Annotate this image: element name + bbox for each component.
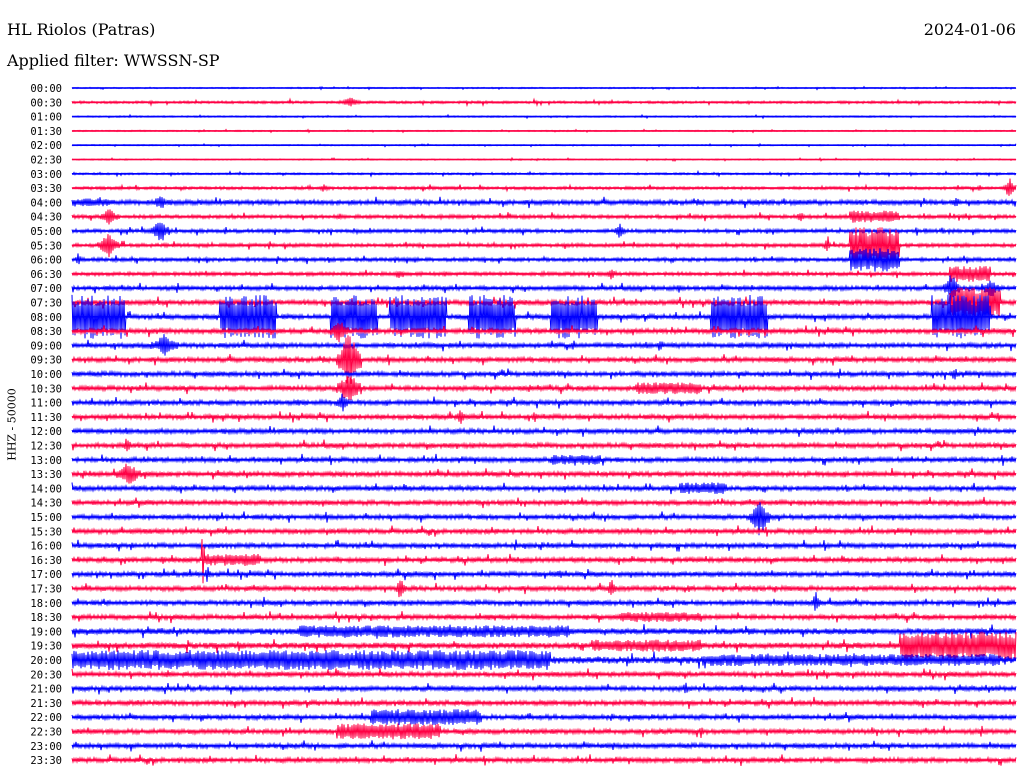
- row-time-label: 22:30: [30, 727, 62, 739]
- row-time-label: 19:00: [30, 626, 62, 638]
- row-time-label: 14:00: [30, 483, 62, 495]
- row-time-label: 06:00: [30, 255, 62, 267]
- seismic-trace-0830: [71, 322, 1017, 343]
- row-time-label: 10:30: [30, 383, 62, 395]
- helicorder-plot: 00:00 00:30 01:00 01:30 02:00 02:30 03:00 03:30…: [30, 83, 1017, 767]
- row-time-label: 01:30: [30, 126, 62, 138]
- row-time-label: 08:30: [30, 326, 62, 338]
- row-time-label: 19:30: [30, 641, 62, 653]
- row-time-label: 04:00: [30, 197, 62, 209]
- row-time-label: 12:30: [30, 441, 62, 453]
- row-time-label: 13:30: [30, 469, 62, 481]
- row-time-label: 10:00: [30, 369, 62, 381]
- seismic-trace-0330: [71, 178, 1017, 196]
- row-time-label: 16:00: [30, 541, 62, 553]
- row-time-label: 04:30: [30, 212, 62, 224]
- row-time-label: 09:30: [30, 355, 62, 367]
- row-time-label: 17:00: [30, 569, 62, 581]
- row-time-label: 02:00: [30, 140, 62, 152]
- row-time-label: 18:00: [30, 598, 62, 610]
- row-time-label: 12:00: [30, 426, 62, 438]
- row-time-label: 02:30: [30, 155, 62, 167]
- row-time-label: 17:30: [30, 584, 62, 596]
- row-time-label: 01:00: [30, 112, 62, 124]
- row-time-label: 09:00: [30, 340, 62, 352]
- row-time-label: 03:30: [30, 183, 62, 195]
- row-time-label: 08:00: [30, 312, 62, 324]
- row-time-label: 00:30: [30, 97, 62, 109]
- row-time-label: 21:30: [30, 698, 62, 710]
- row-time-label: 21:00: [30, 684, 62, 696]
- row-time-label: 22:00: [30, 712, 62, 724]
- row-time-label: 20:30: [30, 669, 62, 681]
- row-time-label: 11:00: [30, 398, 62, 410]
- row-time-label: 00:00: [30, 83, 62, 95]
- row-time-label: 15:00: [30, 512, 62, 524]
- seismic-trace-1800: [71, 592, 1017, 611]
- row-time-label: 07:00: [30, 283, 62, 295]
- row-time-label: 13:00: [30, 455, 62, 467]
- row-time-label: 20:00: [30, 655, 62, 667]
- row-time-label: 05:00: [30, 226, 62, 238]
- row-time-label: 07:30: [30, 298, 62, 310]
- row-time-label: 23:00: [30, 741, 62, 753]
- row-time-label: 16:30: [30, 555, 62, 567]
- row-time-label: 03:00: [30, 169, 62, 181]
- row-time-label: 05:30: [30, 240, 62, 252]
- row-time-label: 15:30: [30, 526, 62, 538]
- row-time-label: 14:30: [30, 498, 62, 510]
- row-time-label: 18:30: [30, 612, 62, 624]
- row-time-label: 23:30: [30, 755, 62, 767]
- row-time-label: 11:30: [30, 412, 62, 424]
- row-time-label: 06:30: [30, 269, 62, 281]
